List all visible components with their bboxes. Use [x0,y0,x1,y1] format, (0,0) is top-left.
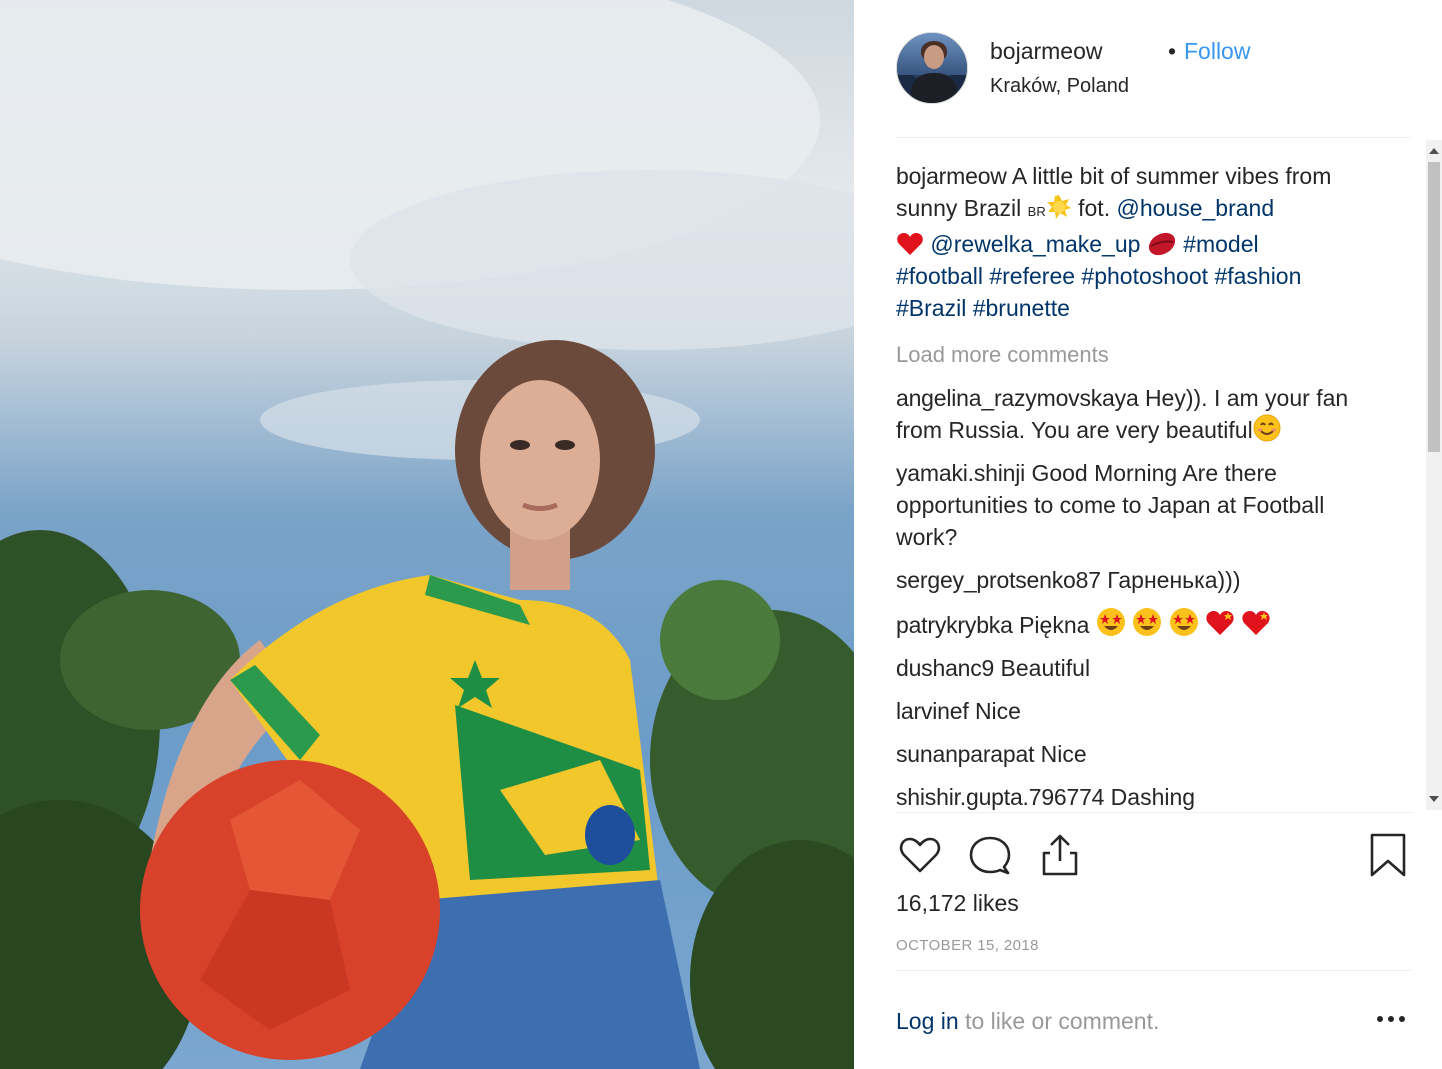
post-actions-bar [896,812,1412,894]
comment-text: Piękna [1019,612,1096,638]
comment-icon[interactable] [966,831,1014,879]
login-link[interactable]: Log in [896,1008,959,1034]
photo-illustration [0,0,854,1069]
comment-text: Гарненька))) [1107,567,1241,593]
comment-item: dushanc9 Beautiful [896,652,1418,684]
comment-username[interactable]: shishir.gupta.796774 [896,784,1104,810]
comments-scrollbar[interactable] [1426,140,1442,810]
comment-username[interactable]: sergey_protsenko87 [896,567,1101,593]
post-date: OCTOBER 15, 2018 [896,937,1039,954]
comment-item: patrykrybka Piękna [896,607,1418,641]
sparkling-heart-icon [1206,611,1234,635]
comment-item: yamaki.shinji Good Morning Are there opp… [896,457,1376,553]
share-icon[interactable] [1036,831,1084,879]
comment-item: larvinef Nice [896,695,1418,727]
caption-username[interactable]: bojarmeow [896,163,1007,189]
comment-username[interactable]: angelina_razymovskaya [896,385,1139,411]
post-header: bojarmeow • Follow Kraków, Poland [896,30,1411,138]
post-caption: bojarmeow A little bit of summer vibes f… [896,160,1374,324]
login-prompt-text: to like or comment. [958,1008,1160,1034]
comment-username[interactable]: larvinef [896,698,969,724]
comment-item: sergey_protsenko87 Гарненька))) [896,564,1418,596]
hashtag-model[interactable]: #model [1183,231,1258,257]
mention-house-brand[interactable]: @house_brand [1116,195,1274,221]
post-location[interactable]: Kraków, Poland [990,75,1129,98]
author-username[interactable]: bojarmeow [990,38,1103,65]
login-prompt: Log in to like or comment. [896,1008,1159,1035]
heart-icon[interactable] [896,831,944,879]
likes-count[interactable]: 16,172 likes [896,890,1019,917]
comment-username[interactable]: dushanc9 [896,655,994,681]
smiling-face-icon [1253,414,1281,442]
more-options-icon[interactable] [1376,1009,1406,1029]
sparkling-heart-icon [1242,611,1270,635]
comment-text: Beautiful [1000,655,1091,681]
comment-username[interactable]: sunanparapat [896,741,1034,767]
comment-username[interactable]: yamaki.shinji [896,460,1025,486]
post-photo[interactable] [0,0,854,1069]
flag-br-text: BR [1027,204,1046,219]
follow-button[interactable]: Follow [1184,38,1250,65]
mention-rewelka[interactable]: @rewelka_make_up [930,231,1140,257]
separator-dot: • [1168,38,1177,64]
bookmark-icon[interactable] [1364,831,1412,879]
comment-emojis [1096,608,1272,638]
comment-username[interactable]: patrykrybka [896,612,1013,638]
hashtag-photoshoot[interactable]: #photoshoot [1081,263,1208,289]
comment-text: Dashing [1110,784,1196,810]
author-avatar[interactable] [896,32,968,104]
hashtag-brunette[interactable]: #brunette [973,295,1070,321]
login-prompt-bar: Log in to like or comment. [896,970,1412,1069]
comments-list: bojarmeow A little bit of summer vibes f… [896,160,1418,810]
hashtag-football[interactable]: #football [896,263,983,289]
comment-text: Nice [1040,741,1087,767]
hashtag-brazil[interactable]: #Brazil [896,295,966,321]
comment-item: shishir.gupta.796774 Dashing [896,781,1418,810]
load-more-comments-button[interactable]: Load more comments [896,338,1418,372]
scroll-down-arrow-icon[interactable] [1429,796,1439,802]
star-struck-icon [1169,608,1198,636]
scroll-up-arrow-icon[interactable] [1429,148,1439,154]
caption-fot: fot. [1071,195,1117,221]
hashtag-referee[interactable]: #referee [989,263,1075,289]
scrollbar-thumb[interactable] [1428,162,1440,452]
sun-icon [1046,195,1071,219]
comment-text: Nice [974,698,1021,724]
red-heart-icon [897,233,923,255]
star-struck-icon [1133,608,1162,636]
comment-item: angelina_razymovskaya Hey)). I am your f… [896,382,1356,446]
star-struck-icon [1096,608,1125,636]
comment-item: sunanparapat Nice [896,738,1418,770]
hashtag-fashion[interactable]: #fashion [1214,263,1301,289]
lips-icon [1148,232,1175,256]
